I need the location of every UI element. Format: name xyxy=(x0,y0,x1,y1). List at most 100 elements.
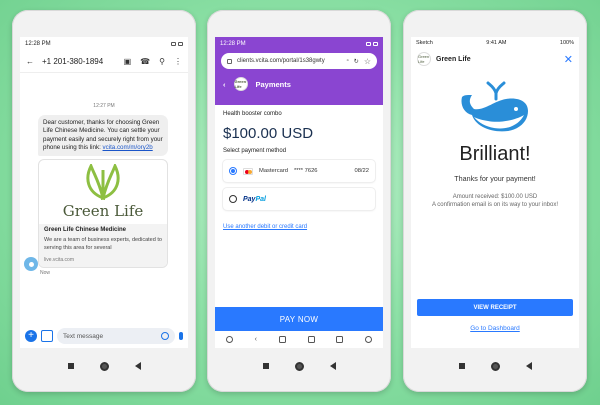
paypal-logo: PayPal xyxy=(243,196,266,203)
header-title: Payments xyxy=(255,79,291,89)
home-icon[interactable] xyxy=(99,361,109,371)
confirmation-header: Green Life Green Life ✕ xyxy=(411,49,579,69)
select-method-label: Select payment method xyxy=(223,148,287,154)
video-call-icon[interactable]: ▣ xyxy=(124,57,132,66)
bookmarks-icon[interactable] xyxy=(278,336,286,343)
microphone-icon[interactable] xyxy=(179,332,183,340)
browser-url-bar[interactable]: clients.vcita.com/portal/1s38gwty ▫ ↻ ☆ xyxy=(221,53,377,69)
message-bubble: Dear customer, thanks for choosing Green… xyxy=(38,115,168,276)
reader-icon[interactable]: ▫ xyxy=(347,58,349,64)
phone-payment: 12:28 PM clients.vcita.com/portal/1s38gw… xyxy=(207,10,391,392)
card-description: We are a team of business experts, dedic… xyxy=(44,237,162,251)
amount-received: Amount received: $100.00 USD xyxy=(452,194,538,200)
saved-card-radio[interactable] xyxy=(229,167,237,175)
browser-toolbar: ‹ xyxy=(215,331,383,348)
home-icon[interactable] xyxy=(294,361,304,371)
search-icon[interactable]: ⚲ xyxy=(159,57,165,66)
message-timestamp: 12:27 PM xyxy=(93,103,115,109)
close-icon[interactable]: ✕ xyxy=(564,53,573,66)
android-nav-bar xyxy=(215,356,383,376)
paypal-option[interactable]: PayPal xyxy=(223,188,375,210)
card-domain: live.vcita.com xyxy=(44,256,75,263)
compose-bar: + Text message xyxy=(20,324,188,348)
another-card-link[interactable]: Use another debit or credit card xyxy=(223,224,375,230)
message-text: Dear customer, thanks for choosing Green… xyxy=(38,115,168,157)
card-number: **** 7626 xyxy=(294,168,318,174)
android-nav-bar xyxy=(411,356,579,376)
person-icon xyxy=(28,261,34,267)
status-bar: 12:28 PM xyxy=(20,37,188,51)
saved-card-option[interactable]: Mastercard **** 7626 08/22 xyxy=(223,160,375,182)
logo-text: Green Life xyxy=(234,79,247,89)
amount-due: $100.00 USD xyxy=(223,125,314,142)
brand-title: Green Life xyxy=(62,202,144,221)
lock-icon xyxy=(227,58,232,64)
card-brand: Mastercard xyxy=(259,168,288,174)
recents-icon[interactable] xyxy=(458,363,465,369)
payments-header: ‹ Green Life Payments xyxy=(215,69,383,91)
success-headline: Brilliant! xyxy=(459,143,531,165)
back-arrow-icon[interactable]: ← xyxy=(26,57,34,66)
dashboard-link[interactable]: Go to Dashboard xyxy=(411,325,579,332)
status-time: 9:41 AM xyxy=(486,40,507,46)
paypal-radio[interactable] xyxy=(229,195,237,203)
mastercard-icon xyxy=(243,167,253,175)
back-icon[interactable]: ‹ xyxy=(255,336,257,343)
confirmation-note: A confirmation email is on its way to yo… xyxy=(431,202,559,209)
card-body: Green Life Chinese Medicine We are a tea… xyxy=(39,224,167,267)
add-attachment-button[interactable]: + xyxy=(25,330,37,342)
conversation-header: ← +1 201-380-1894 ▣ ☎ ⚲ ⋮ xyxy=(20,51,188,73)
paypal-pal-text: Pal xyxy=(255,195,266,203)
android-nav-bar xyxy=(20,356,188,376)
recents-icon[interactable] xyxy=(67,363,74,369)
refresh-icon[interactable]: ↻ xyxy=(354,58,359,65)
card-title: Green Life Chinese Medicine xyxy=(44,227,127,234)
status-icons xyxy=(171,42,183,46)
profile-icon[interactable] xyxy=(365,336,373,343)
status-bar: 12:28 PM xyxy=(215,37,383,51)
header-actions: ▣ ☎ ⚲ ⋮ xyxy=(124,57,182,66)
business-logo: Green Life xyxy=(417,52,431,66)
whale-icon xyxy=(461,81,528,132)
back-icon[interactable] xyxy=(329,362,336,370)
downloads-icon[interactable] xyxy=(336,336,344,343)
phone-confirmation: Sketch 9:41 AM 100% Green Life Green Lif… xyxy=(403,10,587,392)
leaf-icon xyxy=(86,164,120,201)
link-preview-card[interactable]: Green Life Green Life Chinese Medicine W… xyxy=(38,159,168,268)
compose-placeholder: Text message xyxy=(63,332,104,340)
payment-header-area: 12:28 PM clients.vcita.com/portal/1s38gw… xyxy=(215,37,383,105)
home-icon[interactable] xyxy=(225,336,233,343)
emoji-icon[interactable] xyxy=(161,332,169,340)
home-icon[interactable] xyxy=(490,361,500,371)
status-icons xyxy=(366,42,378,46)
payment-screen: 12:28 PM clients.vcita.com/portal/1s38gw… xyxy=(215,37,383,348)
pay-now-button[interactable]: PAY NOW xyxy=(215,307,383,331)
phone-call-icon[interactable]: ☎ xyxy=(140,57,150,66)
url-text: clients.vcita.com/portal/1s38gwty xyxy=(237,58,325,64)
payment-link[interactable]: vcita.com/m/ory2b xyxy=(103,144,153,151)
paypal-pay-text: Pay xyxy=(243,195,256,203)
item-name: Health booster combo xyxy=(223,111,282,117)
carrier: Sketch xyxy=(416,40,433,46)
sms-screen: 12:28 PM ← +1 201-380-1894 ▣ ☎ ⚲ ⋮ 12:27… xyxy=(20,37,188,348)
sent-label: Now xyxy=(40,269,51,276)
card-expiry: 08/22 xyxy=(354,168,369,174)
gallery-icon[interactable] xyxy=(41,330,53,342)
avatar xyxy=(24,257,38,271)
payment-body: Health booster combo $100.00 USD Select … xyxy=(215,105,383,236)
battery: 100% xyxy=(559,40,574,46)
more-menu-icon[interactable]: ⋮ xyxy=(174,57,182,66)
text-message-input[interactable]: Text message xyxy=(57,328,175,344)
recents-icon[interactable] xyxy=(262,363,269,369)
back-icon[interactable] xyxy=(525,362,532,370)
status-time: 12:28 PM xyxy=(220,41,246,47)
brand-logo: Green Life xyxy=(39,160,167,224)
star-icon[interactable]: ☆ xyxy=(364,57,371,66)
view-receipt-button[interactable]: VIEW RECEIPT xyxy=(417,299,573,316)
logo-text: Green Life xyxy=(418,54,430,64)
payment-summary: Amount received: $100.00 USD A confirmat… xyxy=(411,193,579,210)
tabs-icon[interactable] xyxy=(307,336,315,343)
business-name: Green Life xyxy=(436,55,471,63)
back-chevron-icon[interactable]: ‹ xyxy=(223,80,226,89)
back-icon[interactable] xyxy=(134,362,141,370)
